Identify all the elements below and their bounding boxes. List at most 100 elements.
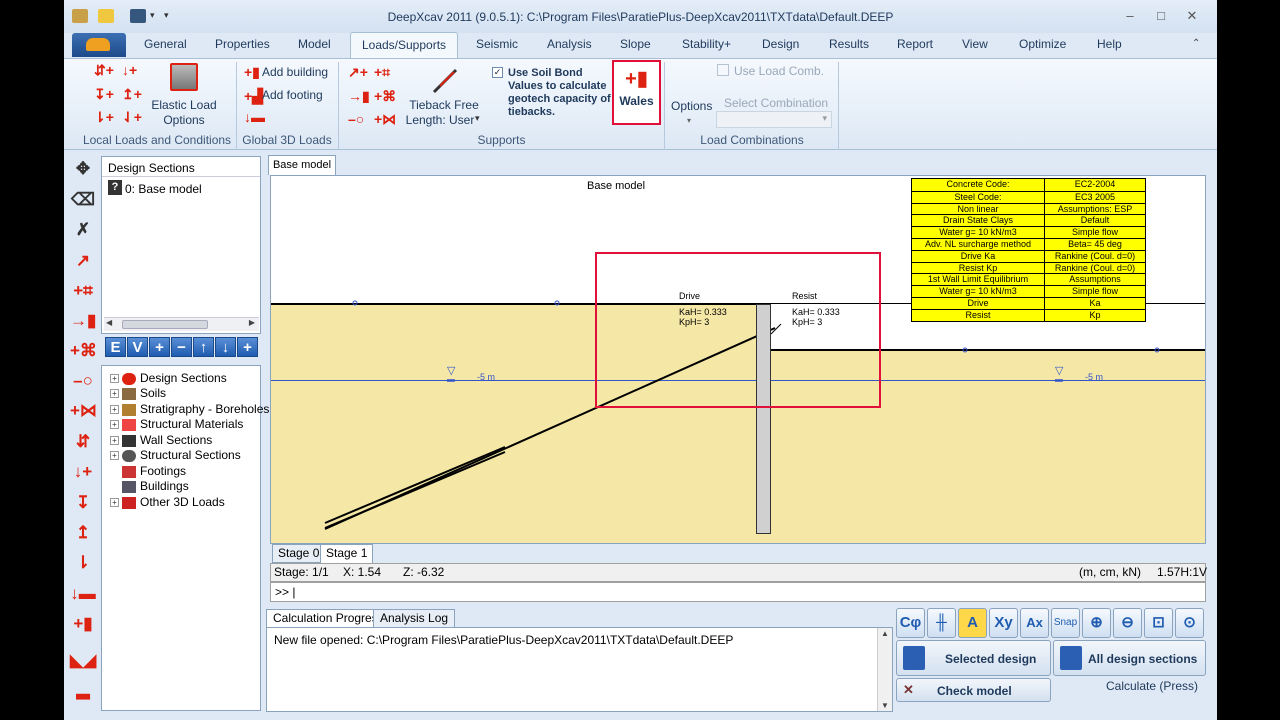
add-distributed-load-icon[interactable]: ⇵+ — [94, 63, 114, 78]
add-footing-icon[interactable]: +▟ — [244, 89, 263, 104]
use-soil-bond-checkbox[interactable]: ✓ — [492, 67, 503, 78]
scroll-left-icon[interactable]: ◀ — [106, 318, 112, 327]
tab-report[interactable]: Report — [897, 37, 933, 57]
tieback-free-length-label-1[interactable]: Tieback Free — [400, 98, 488, 112]
add-footing-button[interactable]: Add footing — [262, 88, 323, 102]
tab-help[interactable]: Help — [1097, 37, 1122, 57]
add-anchor-tool-icon[interactable]: +⌘ — [70, 338, 97, 364]
add-rake-tool-icon[interactable]: →▮ — [70, 308, 96, 334]
add-building-button[interactable]: Add building — [262, 65, 328, 79]
delete-support-icon[interactable]: ✗ — [70, 217, 96, 243]
tab-design[interactable]: Design — [762, 37, 799, 57]
add-strip-load-tool-icon[interactable]: ↧ — [70, 490, 96, 516]
add-building-icon[interactable]: +▮ — [244, 65, 260, 80]
horizontal-scrollbar[interactable]: ◀ ▶ — [104, 317, 259, 331]
remove-section-button[interactable]: − — [171, 337, 192, 357]
add-strut-tool-icon[interactable]: ↗ — [70, 248, 96, 274]
add-slab-tool-icon[interactable]: –○ — [70, 368, 96, 394]
add-section-button[interactable]: + — [149, 337, 170, 357]
add-slab-icon[interactable]: –○ — [348, 112, 364, 127]
selected-design-button[interactable]: Selected design — [896, 640, 1051, 676]
command-line[interactable]: >> | — [270, 582, 1206, 602]
tree-item-design-sections[interactable]: + Design Sections — [110, 370, 227, 386]
drawing-canvas[interactable]: Base model Drive Resist KaH= 0.333 KpH= … — [270, 175, 1206, 544]
tab-stage-0[interactable]: Stage 0 — [272, 544, 326, 563]
design-section-item[interactable]: 0: Base model — [125, 182, 202, 196]
zoom-extents-icon[interactable]: ⊡ — [1144, 608, 1173, 638]
coordinates-icon[interactable]: Xy — [989, 608, 1018, 638]
add-point-load-tool-icon[interactable]: ↓+ — [70, 459, 96, 485]
edit-button[interactable]: E — [105, 337, 126, 357]
tab-stage-1[interactable]: Stage 1 — [320, 544, 374, 563]
excavation-icon[interactable]: ◣◢ — [70, 648, 96, 674]
use-load-comb-checkbox[interactable] — [717, 64, 729, 76]
tree-item-buildings[interactable]: Buildings — [122, 478, 189, 494]
tab-view[interactable]: View — [962, 37, 988, 57]
add-tieback-tool-icon[interactable]: +⌗ — [70, 278, 96, 304]
tree-item-footings[interactable]: Footings — [122, 463, 186, 479]
soil-params-icon[interactable]: Cφ — [896, 608, 925, 638]
tab-general[interactable]: General — [144, 37, 187, 57]
add-strut-icon[interactable]: ↗+ — [348, 65, 368, 80]
tree-item-structural-sections[interactable]: + Structural Sections — [110, 447, 241, 463]
tree-item-other-3d-loads[interactable]: + Other 3D Loads — [110, 494, 225, 510]
add-copy-button[interactable]: + — [237, 337, 258, 357]
all-design-sections-button[interactable]: All design sections — [1053, 640, 1206, 676]
tab-base-model[interactable]: Base model — [268, 155, 336, 175]
application-button[interactable] — [72, 33, 126, 57]
elastic-load-label-2[interactable]: Options — [146, 113, 222, 127]
tab-seismic[interactable]: Seismic — [476, 37, 518, 57]
add-strip-load-icon[interactable]: ↥+ — [122, 87, 142, 102]
add-line-load-icon[interactable]: ⇂+ — [94, 110, 114, 125]
tab-results[interactable]: Results — [829, 37, 869, 57]
check-model-button[interactable]: ✕ Check model — [896, 678, 1051, 702]
add-rake-icon[interactable]: →▮ — [348, 89, 370, 104]
vertical-scrollbar[interactable]: ▲ ▼ — [877, 628, 892, 711]
add-line-load-tool-icon[interactable]: ↥ — [70, 520, 96, 546]
options-dropdown-icon[interactable]: ▾ — [687, 116, 691, 125]
tieback-free-length-label-2[interactable]: Length: User — [400, 113, 480, 127]
add-3d-load-icon[interactable]: ↓▬ — [244, 110, 265, 125]
tab-properties[interactable]: Properties — [215, 37, 270, 57]
maximize-icon[interactable]: □ — [1152, 8, 1170, 24]
elastic-load-label-1[interactable]: Elastic Load — [146, 98, 222, 112]
add-surcharge-icon[interactable]: ↧+ — [94, 87, 114, 102]
add-spring-icon[interactable]: +⋈ — [374, 112, 396, 127]
tree-item-soils[interactable]: + Soils — [110, 385, 166, 401]
tab-optimize[interactable]: Optimize — [1019, 37, 1066, 57]
select-combination-dropdown[interactable]: ▾ — [716, 111, 832, 128]
add-anchor-icon[interactable]: +⌘ — [374, 89, 396, 104]
tree-item-stratigraphy[interactable]: + Stratigraphy - Boreholes — [110, 401, 269, 417]
scroll-right-icon[interactable]: ▶ — [249, 318, 255, 327]
tree-item-wall-sections[interactable]: + Wall Sections — [110, 432, 212, 448]
close-icon[interactable]: ✕ — [1183, 8, 1201, 24]
tab-loads-supports[interactable]: Loads/Supports — [350, 32, 458, 59]
tab-model[interactable]: Model — [298, 37, 331, 57]
add-point-load-icon[interactable]: ↓+ — [122, 63, 137, 78]
tab-analysis-log[interactable]: Analysis Log — [373, 609, 456, 628]
tab-analysis[interactable]: Analysis — [547, 37, 592, 57]
scrollbar-thumb[interactable] — [122, 320, 208, 329]
wales-button[interactable]: +▮ Wales — [612, 60, 661, 125]
tab-slope[interactable]: Slope — [620, 37, 651, 57]
move-down-button[interactable]: ↓ — [215, 337, 236, 357]
zoom-window-icon[interactable]: ⊙ — [1175, 608, 1204, 638]
text-size-icon[interactable]: A — [958, 608, 987, 638]
move-up-button[interactable]: ↑ — [193, 337, 214, 357]
tree-item-structural-materials[interactable]: + Structural Materials — [110, 416, 243, 432]
options-button[interactable]: Options — [671, 99, 712, 113]
add-moment-icon[interactable]: ⇃+ — [122, 110, 142, 125]
footing-tool-icon[interactable]: ▂ — [70, 677, 96, 703]
use-soil-bond-label[interactable]: Use Soil Bond Values to calculate geotec… — [508, 67, 611, 119]
add-building-tool-icon[interactable]: +▮ — [70, 611, 96, 637]
eraser-icon[interactable]: ⌫ — [70, 187, 96, 213]
minimize-icon[interactable]: – — [1121, 8, 1139, 24]
zoom-out-icon[interactable]: ⊖ — [1113, 608, 1142, 638]
scroll-down-icon[interactable]: ▼ — [881, 701, 889, 710]
tab-stability[interactable]: Stability+ — [682, 37, 731, 57]
dropdown-arrow-icon[interactable]: ▾ — [475, 113, 480, 124]
add-surcharge-tool-icon[interactable]: ⇵ — [70, 429, 96, 455]
collapse-ribbon-icon[interactable]: ⌃ — [1192, 38, 1200, 49]
scroll-up-icon[interactable]: ▲ — [881, 629, 889, 638]
axes-text-icon[interactable]: Ax — [1020, 608, 1049, 638]
